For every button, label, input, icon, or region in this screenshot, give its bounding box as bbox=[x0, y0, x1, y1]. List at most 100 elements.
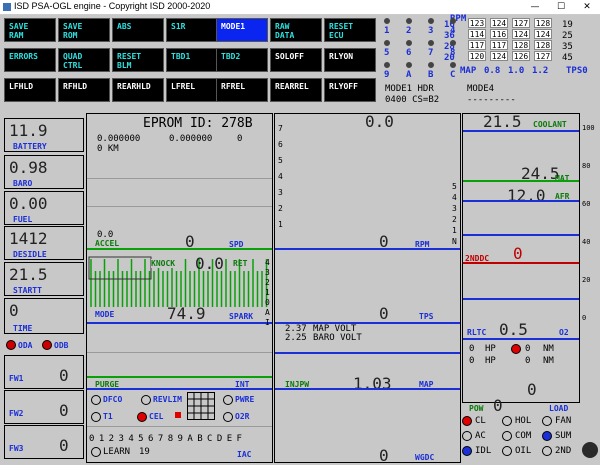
rpm-cell: 126 bbox=[512, 51, 530, 61]
ret-value: 0.0 bbox=[195, 254, 224, 273]
col3-scale-0: 7 bbox=[278, 124, 283, 133]
dfco-label: DFCO bbox=[103, 395, 123, 404]
col3-panel: 0.0 7654321 0 RPM 0 TPS 2.37 MAP VOLT 2.… bbox=[274, 112, 461, 465]
t1-indicator-icon bbox=[91, 412, 101, 422]
s1r-button[interactable]: S1R bbox=[166, 18, 218, 42]
battery-gauge: 11.9 BATTERY bbox=[4, 118, 84, 152]
o2-label: O2 bbox=[559, 328, 569, 337]
second-legend-label: 2ND bbox=[555, 446, 572, 456]
time-value: 0 bbox=[9, 301, 19, 320]
errors-button[interactable]: ERRORS bbox=[4, 48, 56, 72]
minimize-button[interactable]: — bbox=[522, 0, 548, 14]
tbd2-button[interactable]: TBD2 bbox=[216, 48, 268, 72]
abs-button-line1: ABS bbox=[117, 22, 132, 31]
tbd1-button[interactable]: TBD1 bbox=[166, 48, 218, 72]
nddc-value: 0 bbox=[513, 244, 523, 263]
rpm-cell: 127 bbox=[512, 18, 530, 28]
s1r-button-line1: S1R bbox=[171, 22, 186, 31]
col4-scale-3: 40 bbox=[582, 238, 591, 246]
oil-indicator-icon bbox=[502, 446, 512, 456]
odb-label: ODB bbox=[54, 341, 69, 350]
save-rom-button[interactable]: SAVE ROM bbox=[58, 18, 110, 42]
maximize-button[interactable]: ☐ bbox=[548, 0, 574, 14]
rpm-cell: 124 bbox=[490, 18, 508, 28]
bit-row: 0 1 2 3 4 5 6 7 8 9 A B C D E F bbox=[89, 434, 242, 444]
sum-legend-label: SUM bbox=[555, 431, 572, 441]
learn-value: 19 bbox=[139, 447, 150, 457]
close-button[interactable]: ✕ bbox=[574, 0, 600, 14]
fw2-label: FW2 bbox=[9, 409, 24, 418]
tps-row-3-label: 45 bbox=[562, 53, 573, 63]
indicator-label-4: 4 bbox=[450, 26, 456, 36]
pow-label: POW bbox=[469, 404, 484, 413]
rlyon-button[interactable]: RLYON bbox=[324, 48, 376, 72]
revlim-label: REVLIM bbox=[153, 395, 182, 404]
lfrel-button[interactable]: LFREL bbox=[166, 78, 218, 102]
fw2-gauge: FW2 0 bbox=[4, 390, 84, 424]
mode-line: MODE1 HDR bbox=[385, 84, 434, 94]
title-bar: ISD PSA-OGL engine - Copyright ISD 2000-… bbox=[0, 0, 600, 15]
map-val-2: 1.0 bbox=[508, 66, 525, 76]
hp-label-1: HP bbox=[485, 344, 496, 354]
eprom-r1c: 0 bbox=[237, 134, 243, 144]
reset-ecu-button-line2: ECU bbox=[329, 31, 344, 40]
nm-value-2: 0 bbox=[525, 356, 531, 366]
indicator-dot-icon bbox=[384, 18, 390, 24]
indicator-dot-icon bbox=[450, 62, 456, 68]
cl-legend-label: CL bbox=[475, 416, 486, 426]
hp-indicator-icon bbox=[511, 344, 521, 354]
knock-scale-2: 2 bbox=[265, 278, 270, 287]
spark-value: 74.9 bbox=[167, 304, 206, 323]
baro-label: BARO bbox=[13, 179, 33, 188]
idl-indicator-icon bbox=[462, 446, 472, 456]
wgdc-label: WGDC bbox=[415, 453, 435, 462]
oda-label: ODA bbox=[18, 341, 33, 350]
oda-indicator-icon bbox=[6, 340, 16, 350]
indicator-dot-icon bbox=[406, 62, 412, 68]
rfhld-button[interactable]: RFHLD bbox=[58, 78, 110, 102]
soloff-button[interactable]: SOLOFF bbox=[270, 48, 322, 72]
afr-value: 12.0 bbox=[507, 186, 546, 205]
tbd2-button-line1: TBD2 bbox=[221, 52, 241, 61]
tps-row-0-label: 19 bbox=[562, 20, 573, 30]
quad-ctrl-button-line1: QUAD bbox=[63, 52, 83, 61]
rearrel-button-line1: REARREL bbox=[275, 82, 309, 91]
rpm-cell: 128 bbox=[534, 40, 552, 50]
revlim-indicator-icon bbox=[141, 395, 151, 405]
indicator-label-8: 8 bbox=[450, 48, 456, 58]
raw-data-button[interactable]: RAW DATA bbox=[270, 18, 322, 42]
save-ram-button-line1: SAVE bbox=[9, 22, 29, 31]
reset-blm-button[interactable]: RESET BLM bbox=[112, 48, 164, 72]
rpm-cell: 128 bbox=[534, 18, 552, 28]
indicator-label-3: 3 bbox=[428, 26, 434, 36]
abs-button[interactable]: ABS bbox=[112, 18, 164, 42]
rlyoff-button[interactable]: RLYOFF bbox=[324, 78, 376, 102]
reset-ecu-button-line1: RESET bbox=[329, 22, 354, 31]
indicator-dot-icon bbox=[384, 62, 390, 68]
cel-label: CEL bbox=[149, 412, 164, 421]
cel-grid-icon bbox=[187, 392, 215, 420]
startt-label: STARTT bbox=[13, 286, 42, 295]
startt-gauge: 21.5 STARTT bbox=[4, 262, 84, 296]
knock-scale-4: 0 bbox=[265, 298, 270, 307]
mode1-button[interactable]: MODE1 bbox=[216, 18, 268, 42]
indicator-label-5: 5 bbox=[384, 48, 390, 58]
lfhld-button[interactable]: LFHLD bbox=[4, 78, 56, 102]
indicator-dot-icon bbox=[450, 40, 456, 46]
load-value: 0 bbox=[527, 380, 537, 399]
col4-scale-0: 100 bbox=[582, 124, 595, 132]
save-ram-button[interactable]: SAVE RAM bbox=[4, 18, 56, 42]
coolant-label: COOLANT bbox=[533, 120, 567, 129]
indicator-label-C: C bbox=[450, 70, 456, 80]
mode1-button-line1: MODE1 bbox=[221, 22, 246, 31]
reset-ecu-button[interactable]: RESET ECU bbox=[324, 18, 376, 42]
errors-button-line1: ERRORS bbox=[9, 52, 38, 61]
iac-label: IAC bbox=[237, 450, 252, 459]
knock-scale-5: A bbox=[265, 308, 270, 317]
rfrel-button[interactable]: RFREL bbox=[216, 78, 268, 102]
tps-label: TPS bbox=[419, 312, 434, 321]
rearrel-button[interactable]: REARREL bbox=[270, 78, 322, 102]
rearhld-button[interactable]: REARHLD bbox=[112, 78, 164, 102]
hol-indicator-icon bbox=[502, 416, 512, 426]
quad-ctrl-button[interactable]: QUAD CTRL bbox=[58, 48, 110, 72]
